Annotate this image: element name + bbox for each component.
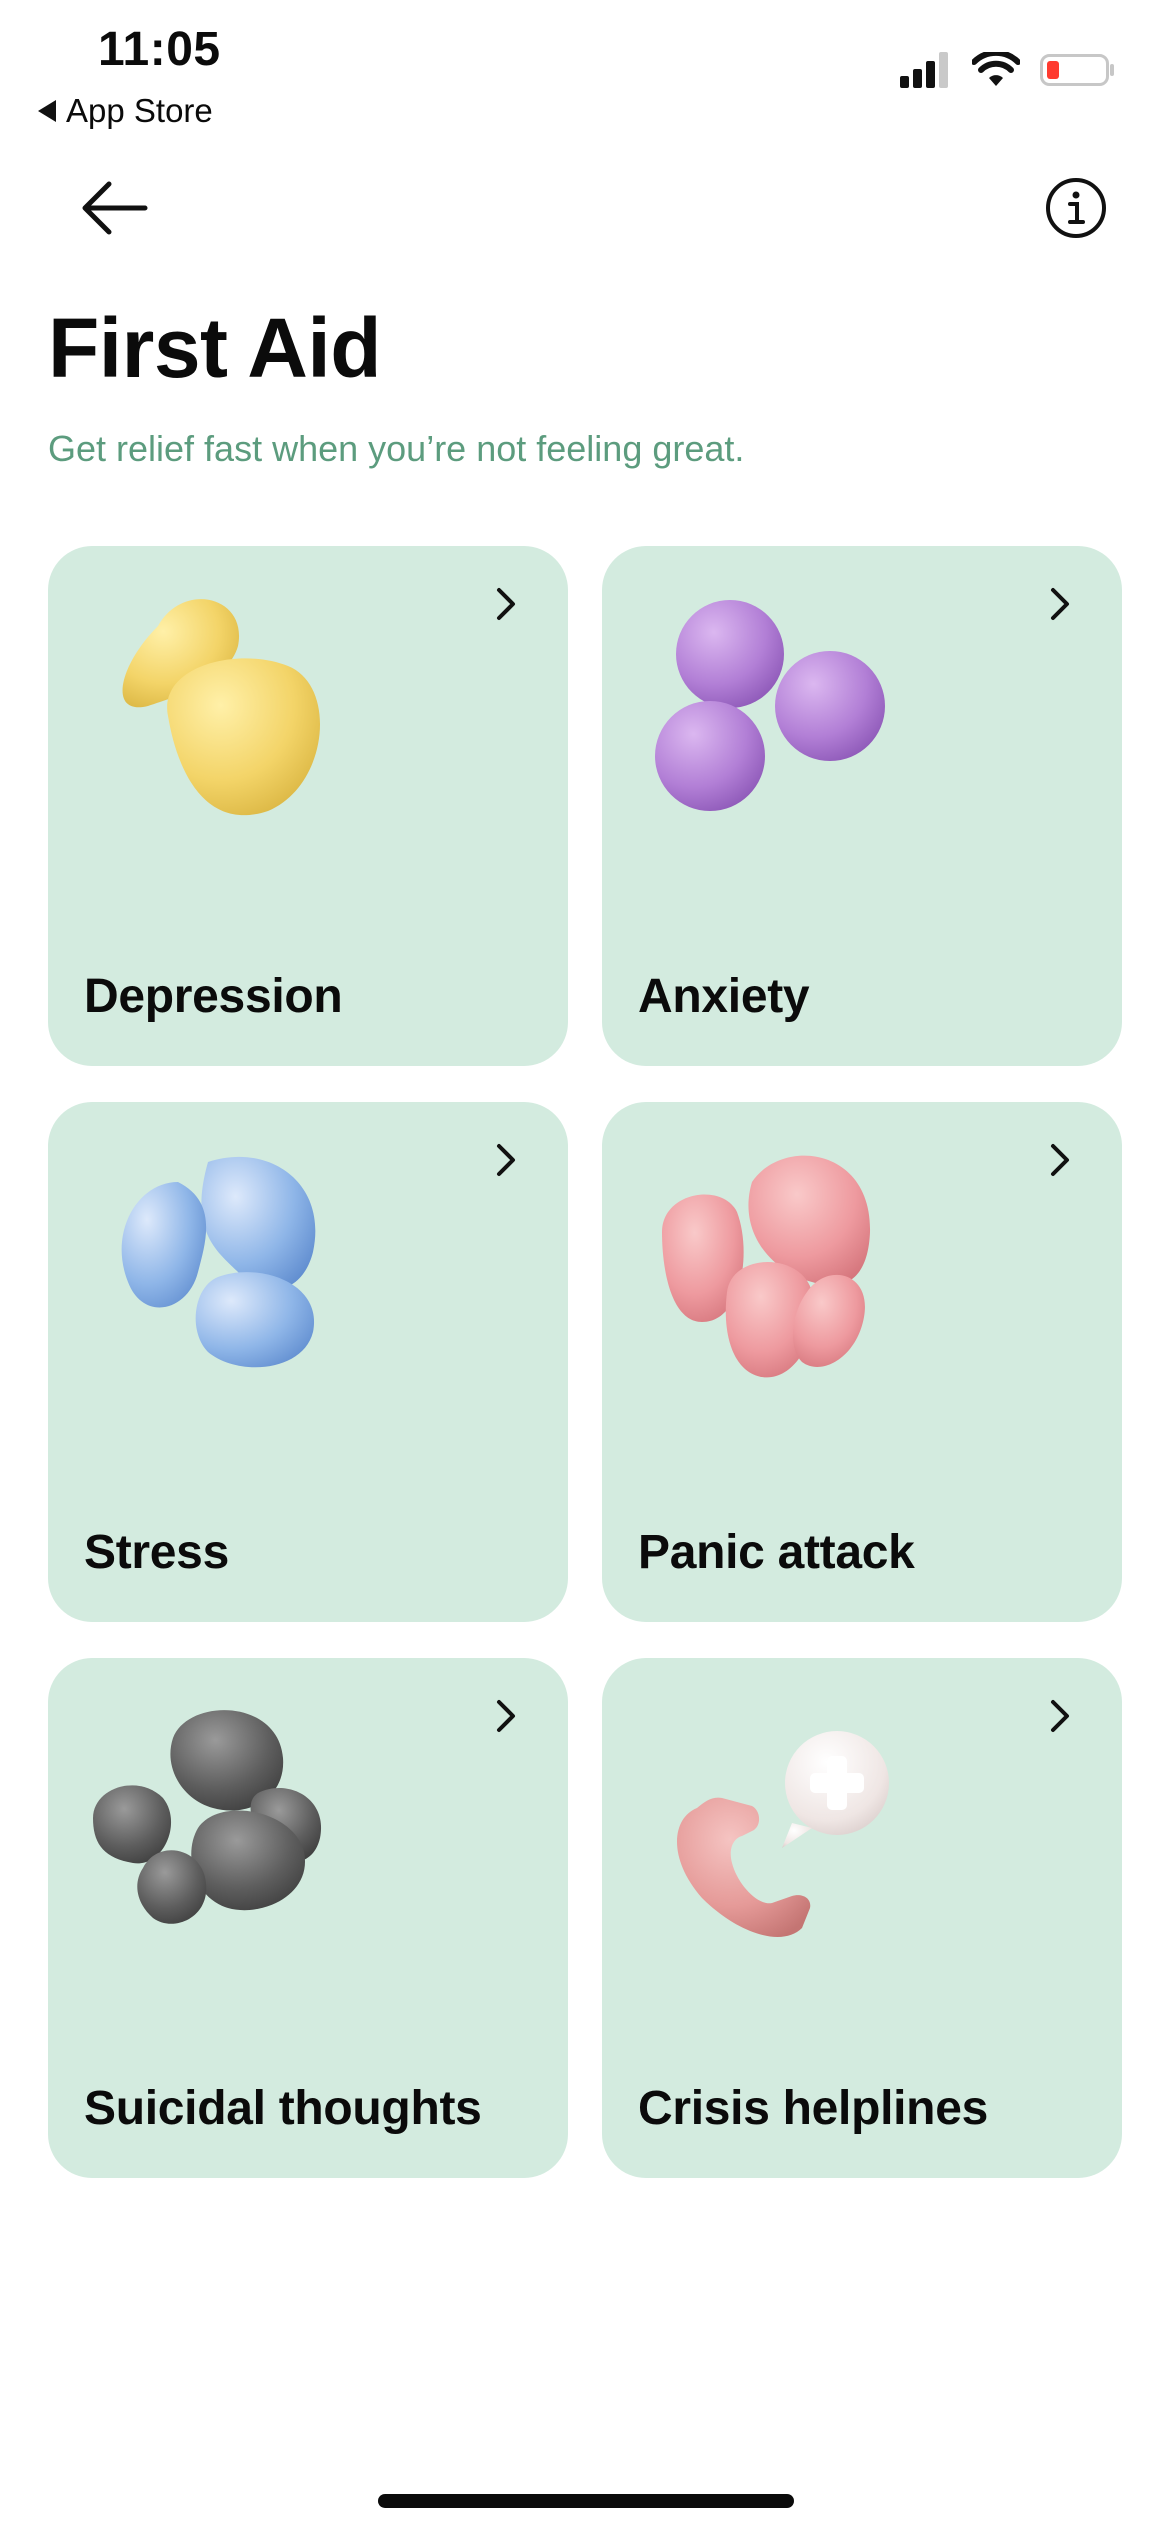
chevron-right-icon bbox=[497, 1700, 515, 1732]
status-time: 11:05 bbox=[98, 23, 221, 76]
card-label: Anxiety bbox=[638, 970, 810, 1023]
chevron-right-icon bbox=[1051, 1700, 1069, 1732]
pink-blob-icon bbox=[662, 1155, 871, 1378]
gray-rocks-icon bbox=[93, 1710, 322, 1924]
card-depression[interactable]: Depression bbox=[48, 546, 568, 1066]
chevron-right-icon bbox=[1051, 588, 1069, 620]
card-suicidal-thoughts[interactable]: Suicidal thoughts bbox=[48, 1658, 568, 2178]
wifi-icon bbox=[972, 52, 1020, 86]
back-app-label: App Store bbox=[66, 92, 213, 129]
phone-plus-icon bbox=[677, 1731, 889, 1937]
chevron-right-icon bbox=[1051, 1144, 1069, 1176]
battery-icon bbox=[1040, 54, 1114, 86]
back-to-app-store[interactable]: App Store bbox=[38, 92, 213, 130]
status-icons bbox=[900, 52, 1116, 88]
card-label: Depression bbox=[84, 970, 343, 1023]
card-label: Panic attack bbox=[638, 1526, 915, 1579]
home-indicator[interactable] bbox=[378, 2494, 794, 2508]
card-label: Suicidal thoughts bbox=[84, 2082, 482, 2135]
card-panic-attack[interactable]: Panic attack bbox=[602, 1102, 1122, 1622]
back-triangle-icon bbox=[38, 100, 56, 122]
card-anxiety[interactable]: Anxiety bbox=[602, 546, 1122, 1066]
purple-spheres-icon bbox=[655, 600, 885, 811]
yellow-blob-icon bbox=[122, 599, 321, 816]
card-label: Stress bbox=[84, 1526, 229, 1579]
arrow-left-icon bbox=[82, 181, 148, 235]
card-label: Crisis helplines bbox=[638, 2082, 988, 2135]
page-title: First Aid bbox=[48, 301, 382, 395]
info-button[interactable] bbox=[1036, 168, 1116, 248]
chevron-right-icon bbox=[497, 1144, 515, 1176]
first-aid-grid: Depression Anxiety Stress Panic attack S… bbox=[48, 546, 1122, 2178]
info-icon bbox=[1046, 178, 1106, 238]
card-crisis-helplines[interactable]: Crisis helplines bbox=[602, 1658, 1122, 2178]
page-subtitle: Get relief fast when you’re not feeling … bbox=[48, 428, 745, 469]
card-stress[interactable]: Stress bbox=[48, 1102, 568, 1622]
back-button[interactable] bbox=[74, 168, 154, 248]
chevron-right-icon bbox=[497, 588, 515, 620]
blue-blob-icon bbox=[121, 1156, 316, 1368]
signal-icon bbox=[900, 52, 948, 88]
